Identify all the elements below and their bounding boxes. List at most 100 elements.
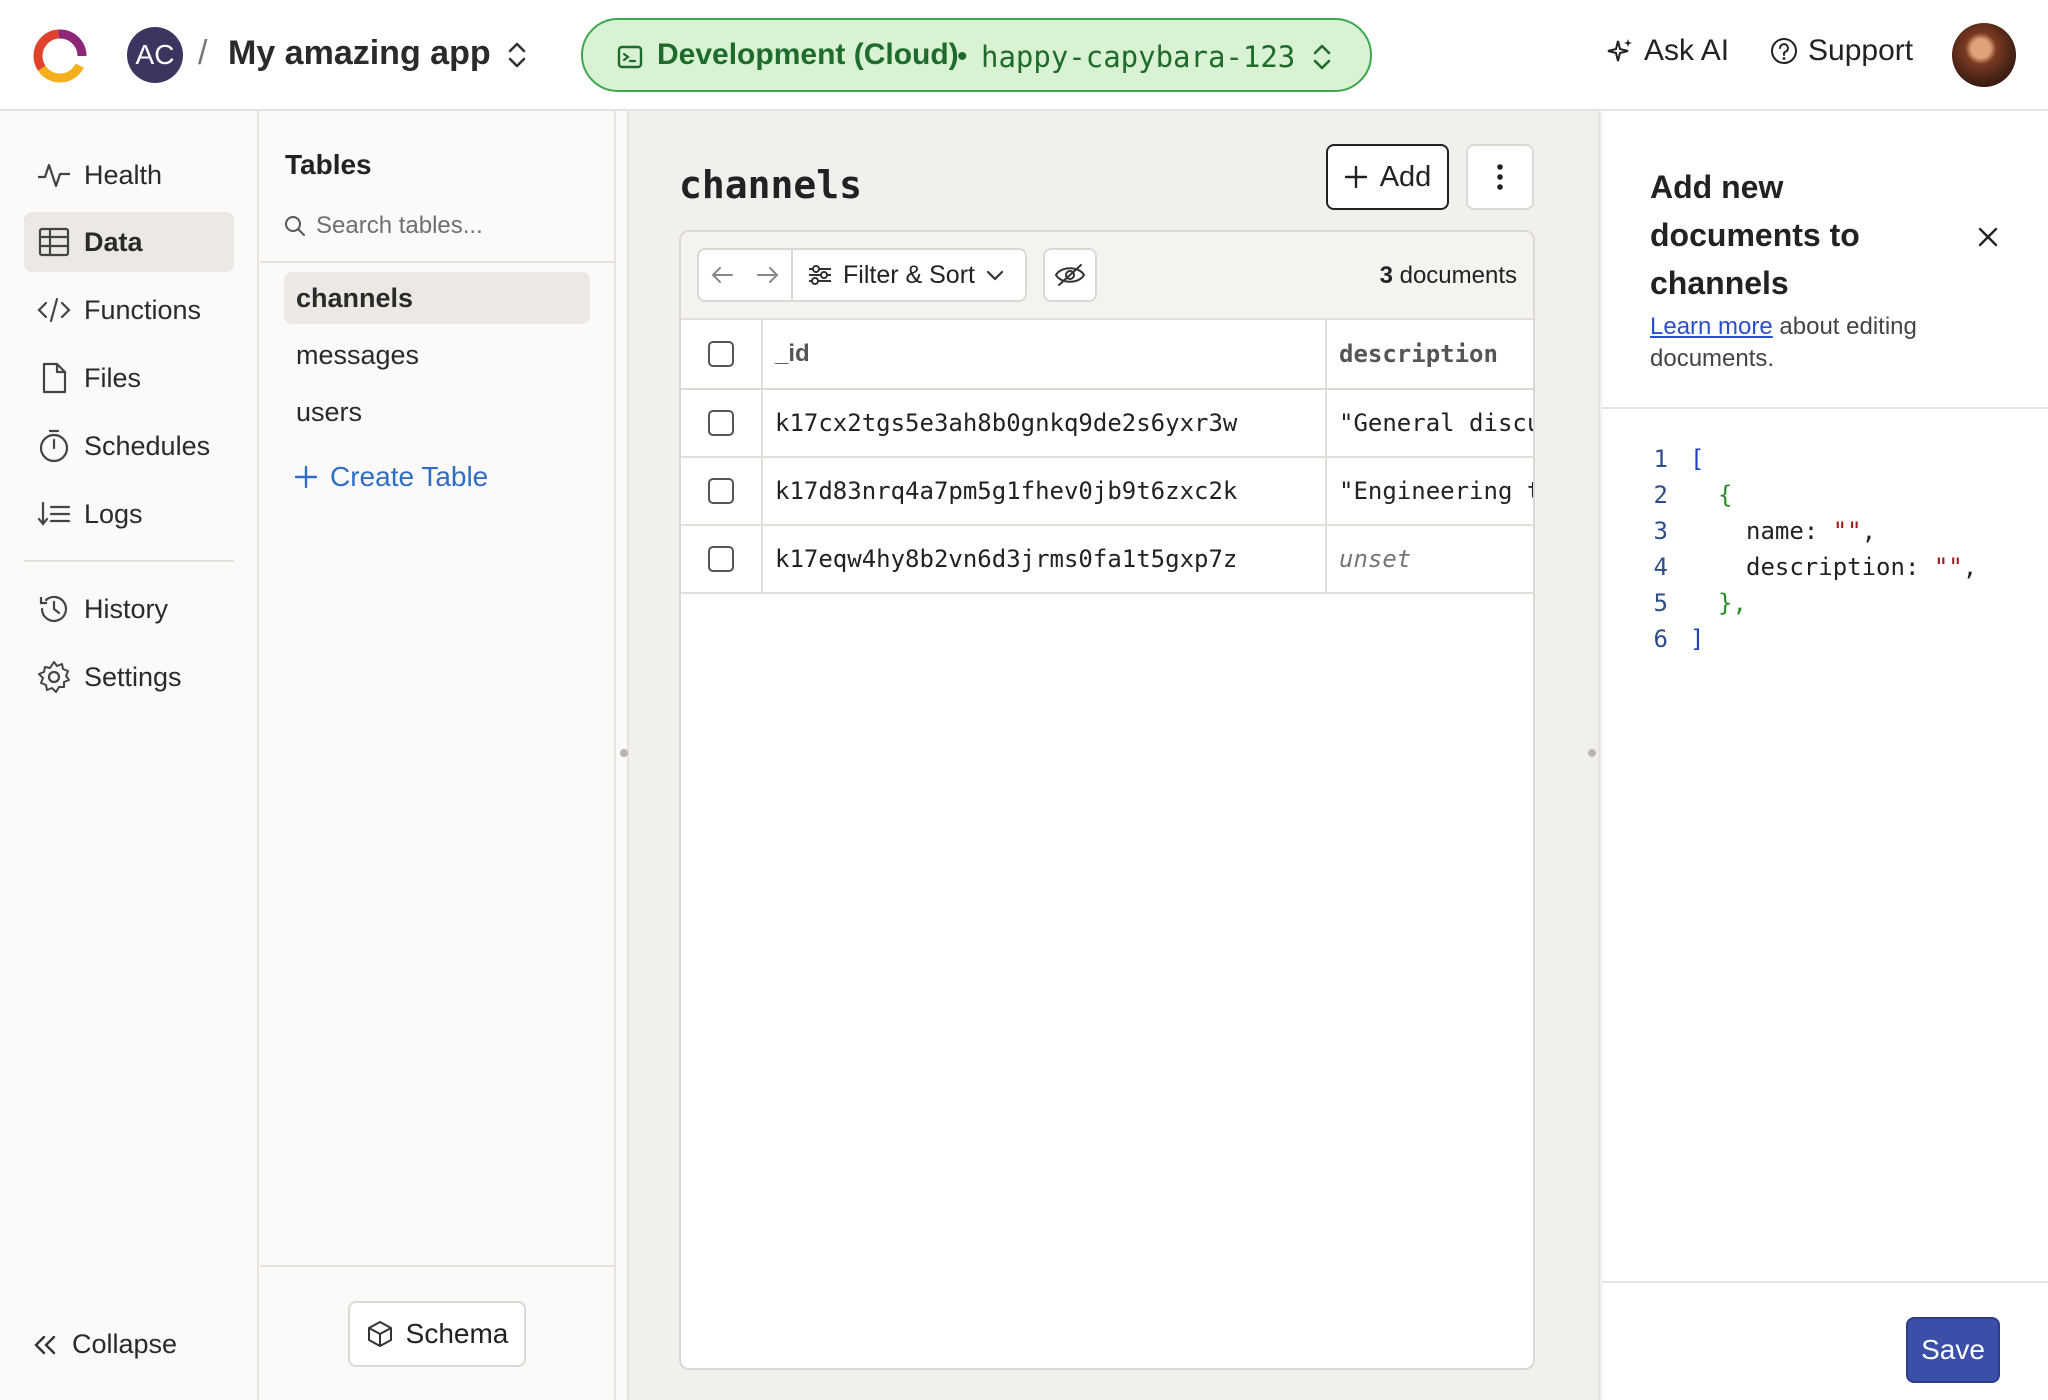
arrow-left-icon	[711, 267, 733, 283]
code-punct: ,	[1861, 517, 1877, 545]
gear-icon	[38, 661, 70, 693]
schema-button[interactable]: Schema	[348, 1301, 526, 1367]
table-item-channels[interactable]: channels	[284, 272, 590, 324]
sidebar-item-label: Data	[84, 226, 143, 257]
divider	[1602, 1281, 2048, 1283]
sidebar-item-label: History	[84, 593, 169, 624]
document-count-suffix: documents	[1399, 262, 1517, 289]
tables-title: Tables	[285, 149, 372, 180]
search-input[interactable]	[316, 212, 596, 240]
deployment-slug: happy-capybara-123	[981, 40, 1296, 74]
cell-description[interactable]: unset	[1327, 526, 1533, 592]
close-panel-button[interactable]	[1966, 215, 2010, 259]
code-line: 3 name: "",	[1602, 513, 2048, 549]
more-options-button[interactable]	[1466, 144, 1534, 210]
plus-icon	[1344, 165, 1367, 189]
sidebar-item-history[interactable]: History	[24, 579, 234, 639]
divider	[260, 261, 616, 263]
table-row[interactable]: k17cx2tgs5e3ah8b0gnkq9de2s6yxr3w "Genera…	[681, 390, 1533, 458]
code-string: ""	[1933, 553, 1963, 581]
table-row[interactable]: k17eqw4hy8b2vn6d3jrms0fa1t5gxp7z unset	[681, 526, 1533, 594]
table-item-label: users	[296, 396, 363, 427]
column-header-id[interactable]: _id	[763, 320, 1327, 388]
cell-id[interactable]: k17d83nrq4a7pm5g1fhev0jb9t6zxc2k	[763, 458, 1327, 524]
cell-id[interactable]: k17cx2tgs5e3ah8b0gnkq9de2s6yxr3w	[763, 390, 1327, 456]
resize-handle[interactable]	[617, 111, 629, 1400]
row-checkbox[interactable]	[708, 546, 734, 572]
schema-label: Schema	[405, 1318, 509, 1349]
chevron-up-down-icon[interactable]	[502, 38, 532, 72]
create-table-button[interactable]: Create Table	[294, 461, 488, 493]
table-toolbar: Filter & Sort 3 documents	[681, 232, 1533, 320]
ask-ai-button[interactable]: Ask AI	[1606, 34, 1729, 68]
document-count-value: 3	[1379, 262, 1393, 289]
column-header-description[interactable]: description	[1327, 320, 1533, 388]
cube-icon	[367, 1321, 392, 1347]
line-number: 4	[1653, 553, 1668, 581]
support-label: Support	[1808, 34, 1914, 67]
learn-more-link[interactable]: Learn more	[1650, 313, 1773, 340]
chevron-down-icon	[986, 270, 1004, 281]
support-button[interactable]: Support	[1770, 34, 1913, 68]
hide-fields-button[interactable]	[1043, 248, 1097, 302]
sidebar-item-data[interactable]: Data	[24, 212, 234, 272]
row-checkbox[interactable]	[708, 478, 734, 504]
code-key: name:	[1746, 517, 1833, 545]
create-table-label: Create Table	[330, 461, 489, 492]
deployment-dot: •	[957, 40, 968, 73]
sidebar-item-logs[interactable]: Logs	[24, 484, 234, 544]
divider	[260, 1265, 616, 1267]
forward-button[interactable]	[745, 250, 791, 300]
sidebar-item-label: Files	[84, 362, 142, 393]
back-button[interactable]	[699, 250, 745, 300]
history-icon	[39, 595, 68, 622]
select-all-checkbox[interactable]	[708, 341, 734, 367]
line-number: 5	[1653, 589, 1668, 617]
more-vertical-icon	[1497, 164, 1503, 190]
user-avatar[interactable]	[1952, 23, 2016, 87]
code-editor[interactable]: 1[ 2{ 3 name: "", 4 description: "", 5}, 6…	[1602, 441, 2048, 657]
code-text: },	[1718, 589, 1747, 617]
add-documents-panel: Add new documents to channels Learn more…	[1602, 111, 2048, 1400]
line-number: 2	[1653, 481, 1668, 509]
search-tables	[284, 203, 604, 249]
sidebar-nav: Health Data Functions Files Schedules Lo…	[0, 111, 259, 1400]
deployment-selector[interactable]: Development (Cloud) • happy-capybara-123	[581, 18, 1372, 92]
cell-id[interactable]: k17eqw4hy8b2vn6d3jrms0fa1t5gxp7z	[763, 526, 1327, 592]
sidebar-item-files[interactable]: Files	[24, 348, 234, 408]
panel-description: Learn more about editing documents.	[1650, 311, 2010, 375]
data-table-card: Filter & Sort 3 documents _id descriptio…	[679, 230, 1535, 1370]
main-content: channels Add Filter & Sort 3 documents _…	[617, 111, 1617, 1400]
code-line: 2{	[1602, 477, 2048, 513]
sidebar-item-label: Health	[84, 159, 163, 190]
sliders-icon	[809, 265, 831, 285]
code-string: ""	[1832, 517, 1862, 545]
save-button[interactable]: Save	[1906, 1317, 2000, 1383]
project-name[interactable]: My amazing app	[228, 34, 491, 73]
filter-sort-button[interactable]: Filter & Sort	[791, 250, 1019, 300]
row-checkbox[interactable]	[708, 410, 734, 436]
cell-description[interactable]: "General discussion"	[1327, 390, 1533, 456]
logs-icon	[37, 501, 71, 526]
sidebar-item-schedules[interactable]: Schedules	[24, 416, 234, 476]
sidebar-item-settings[interactable]: Settings	[24, 647, 234, 707]
sidebar-item-label: Logs	[84, 498, 143, 529]
resize-handle[interactable]	[1584, 111, 1600, 1400]
add-documents-button[interactable]: Add	[1326, 144, 1449, 210]
code-key: description:	[1746, 553, 1934, 581]
sidebar-item-label: Settings	[84, 661, 182, 692]
code-icon	[37, 297, 71, 323]
team-avatar[interactable]: AC	[127, 27, 183, 83]
chevrons-left-icon	[34, 1335, 56, 1354]
sidebar-item-functions[interactable]: Functions	[24, 280, 234, 340]
code-text: ]	[1690, 625, 1705, 653]
convex-logo-icon[interactable]	[30, 26, 90, 86]
table-item-users[interactable]: users	[284, 386, 590, 438]
table-item-messages[interactable]: messages	[284, 329, 590, 381]
timer-icon	[39, 429, 69, 463]
cell-description[interactable]: "Engineering team"	[1327, 458, 1533, 524]
collapse-button[interactable]: Collapse	[32, 1329, 177, 1360]
sidebar-item-health[interactable]: Health	[24, 145, 234, 205]
sidebar-item-label: Functions	[84, 294, 202, 325]
table-row[interactable]: k17d83nrq4a7pm5g1fhev0jb9t6zxc2k "Engine…	[681, 458, 1533, 526]
